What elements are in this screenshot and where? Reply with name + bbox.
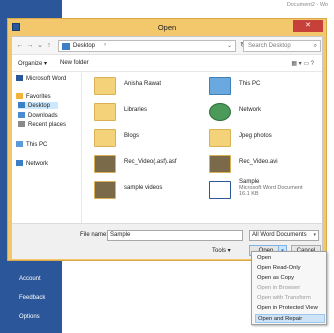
- up-icon[interactable]: ↑: [45, 42, 53, 50]
- organize-button[interactable]: Organize ▾: [18, 60, 47, 67]
- history-chevron-icon[interactable]: ⌄: [36, 42, 44, 50]
- word-document-icon: [209, 181, 231, 199]
- backstage-options[interactable]: Options: [19, 314, 40, 320]
- address-dropdown-icon[interactable]: ⌄: [227, 42, 232, 49]
- file-item[interactable]: sample videos: [84, 177, 199, 207]
- desktop-icon: [18, 102, 25, 108]
- menu-item-open-read-only[interactable]: Open Read-Only: [255, 264, 325, 273]
- address-chevron-icon[interactable]: ›: [104, 42, 106, 48]
- search-placeholder: Search Desktop: [248, 43, 291, 49]
- menu-item-open[interactable]: Open: [255, 254, 325, 263]
- back-icon[interactable]: ←: [16, 42, 24, 50]
- pc-icon: [209, 77, 231, 95]
- search-input[interactable]: Search Desktop ⌕: [243, 40, 321, 52]
- menu-item-open-protected-view[interactable]: Open in Protected View: [255, 304, 325, 313]
- close-button[interactable]: ✕: [293, 20, 323, 32]
- new-folder-button[interactable]: New folder: [60, 60, 89, 66]
- menu-item-open-as-copy[interactable]: Open as Copy: [255, 274, 325, 283]
- view-options-icon[interactable]: ▦ ▾ ▭ ?: [291, 60, 314, 67]
- open-dialog: Open ✕ ← → ⌄ ↑ Desktop › ⌄ ↻ Search Desk…: [7, 18, 327, 261]
- toolbar: Organize ▾ New folder ▦ ▾ ▭ ?: [12, 56, 322, 72]
- video-file-icon: [209, 155, 231, 173]
- menu-item-open-and-repair[interactable]: Open and Repair: [255, 314, 325, 323]
- menu-item-open-in-browser: Open in Browser: [257, 285, 301, 291]
- dialog-title: Open: [157, 23, 177, 32]
- word-icon: [16, 75, 23, 81]
- backstage-account[interactable]: Account: [19, 276, 41, 282]
- nav-favorites[interactable]: Favorites: [16, 93, 51, 100]
- folder-icon: [94, 129, 116, 147]
- dialog-body: ← → ⌄ ↑ Desktop › ⌄ ↻ Search Desktop ⌕ O…: [11, 36, 323, 259]
- nav-microsoft-word[interactable]: Microsoft Word: [16, 75, 66, 82]
- user-folder-icon: [94, 77, 116, 95]
- file-item-selected[interactable]: Sample Microsoft Word Document 16.1 KB: [199, 177, 314, 207]
- download-icon: [18, 112, 25, 118]
- address-location[interactable]: Desktop: [73, 43, 95, 49]
- menu-item-open-with-transform: Open with Transform: [257, 295, 311, 301]
- nav-desktop[interactable]: Desktop: [18, 102, 58, 109]
- file-type-select[interactable]: All Word Documents ▾: [249, 230, 319, 241]
- chevron-down-icon: ▾: [313, 232, 316, 238]
- title-bar[interactable]: Open ✕: [8, 19, 326, 36]
- nav-network[interactable]: Network: [16, 160, 48, 167]
- recent-icon: [18, 121, 25, 127]
- network-icon: [209, 103, 231, 121]
- star-icon: [16, 93, 23, 99]
- nav-recent-places[interactable]: Recent places: [18, 121, 66, 128]
- library-icon: [94, 103, 116, 121]
- folder-icon: [94, 181, 116, 199]
- desktop-icon: [62, 43, 70, 50]
- tools-button[interactable]: Tools ▾: [212, 247, 231, 254]
- backstage-feedback[interactable]: Feedback: [19, 295, 45, 301]
- open-options-menu: Open Open Read-Only Open as Copy Open in…: [251, 251, 327, 325]
- video-file-icon: [94, 155, 116, 173]
- nav-this-pc[interactable]: This PC: [16, 141, 47, 148]
- nav-downloads[interactable]: Downloads: [18, 112, 58, 119]
- document-title: Document2 - Wo: [286, 2, 328, 8]
- folder-icon: [209, 129, 231, 147]
- pc-icon: [16, 141, 23, 147]
- navigation-pane: Microsoft Word Favorites Desktop Downloa…: [12, 73, 82, 223]
- file-name-field[interactable]: Sample: [107, 230, 243, 241]
- navigation-bar: ← → ⌄ ↑ Desktop › ⌄ ↻ Search Desktop ⌕: [12, 37, 322, 55]
- address-bar[interactable]: Desktop › ⌄: [58, 40, 236, 52]
- network-icon: [16, 160, 23, 166]
- file-name-label: File name:: [80, 232, 109, 238]
- forward-icon[interactable]: →: [26, 42, 34, 50]
- search-icon[interactable]: ⌕: [314, 43, 317, 50]
- file-list: Anisha Rawat This PC Libraries Network B…: [84, 73, 322, 223]
